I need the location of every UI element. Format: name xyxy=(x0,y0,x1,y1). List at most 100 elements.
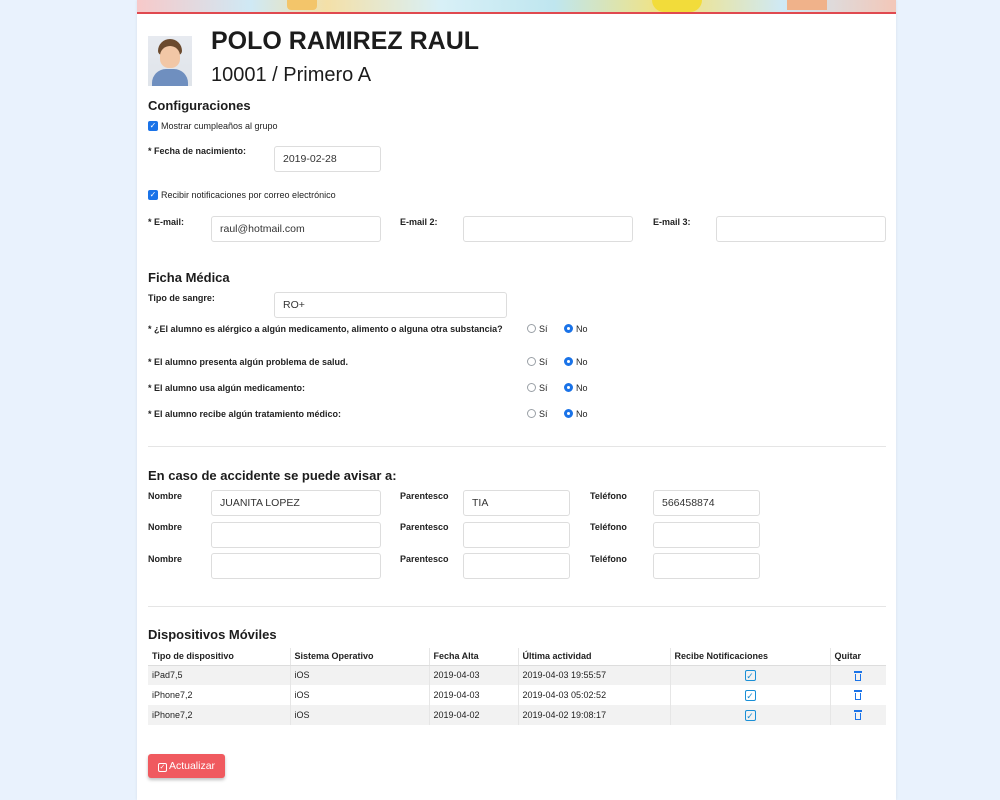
contact-name-label: Nombre xyxy=(148,554,183,564)
show-birthday-checkbox[interactable]: ✓ xyxy=(148,121,158,131)
treatment-yes-radio[interactable] xyxy=(527,409,536,418)
treatment-no-radio[interactable] xyxy=(564,409,573,418)
notify-cell: ✓ xyxy=(670,685,831,705)
contact-name-field[interactable] xyxy=(211,553,381,579)
allergy-yes-radio[interactable] xyxy=(527,324,536,333)
contact-relation-field[interactable] xyxy=(463,553,570,579)
contact-relation-label: Parentesco xyxy=(400,491,449,501)
emergency-section-title: En caso de accidente se puede avisar a: xyxy=(148,468,397,483)
notify-cell: ✓ xyxy=(670,665,831,685)
contact-phone-field[interactable] xyxy=(653,553,760,579)
contact-relation-label: Parentesco xyxy=(400,554,449,564)
email3-label: E-mail 3: xyxy=(653,217,691,227)
device-last-cell: 2019-04-02 19:08:17 xyxy=(518,705,671,725)
trash-icon[interactable] xyxy=(854,670,863,681)
contact-name-field[interactable]: JUANITA LOPEZ xyxy=(211,490,381,516)
device-last-cell: 2019-04-03 19:55:57 xyxy=(518,665,671,685)
banner-decoration xyxy=(787,0,827,10)
device-last-cell: 2019-04-03 05:02:52 xyxy=(518,685,671,705)
config-section-title: Configuraciones xyxy=(148,98,251,113)
update-button[interactable]: ✓ Actualizar xyxy=(148,754,225,778)
contact-phone-label: Teléfono xyxy=(590,491,627,501)
medication-question: * El alumno usa algún medicamento: xyxy=(148,383,306,393)
email2-field[interactable] xyxy=(463,216,633,242)
medication-no-radio[interactable] xyxy=(564,383,573,392)
health-problem-yes-radio[interactable] xyxy=(527,357,536,366)
birthdate-field[interactable]: 2019-02-28 xyxy=(274,146,381,172)
health-problem-no-radio[interactable] xyxy=(564,357,573,366)
show-birthday-label: Mostrar cumpleaños al grupo xyxy=(161,121,278,131)
update-button-label: Actualizar xyxy=(168,760,216,772)
col-remove: Quitar xyxy=(830,648,886,666)
remove-cell xyxy=(830,665,886,685)
device-os-cell: iOS xyxy=(290,705,430,725)
email-label: * E-mail: xyxy=(148,217,185,227)
health-problem-no-label: No xyxy=(576,357,588,367)
allergy-question: * ¿El alumno es alérgico a algún medicam… xyxy=(148,324,503,334)
table-row: iPad7,5 iOS 2019-04-03 2019-04-03 19:55:… xyxy=(148,665,886,685)
device-type-cell: iPhone7,2 xyxy=(148,705,291,725)
contact-phone-label: Teléfono xyxy=(590,554,627,564)
student-name: POLO RAMIREZ RAUL xyxy=(211,27,480,55)
medical-section-title: Ficha Médica xyxy=(148,270,230,285)
email-field[interactable]: raul@hotmail.com xyxy=(211,216,381,242)
device-date-cell: 2019-04-03 xyxy=(429,685,519,705)
health-problem-question: * El alumno presenta algún problema de s… xyxy=(148,357,349,367)
contact-relation-field[interactable]: TIA xyxy=(463,490,570,516)
health-problem-yes-label: Sí xyxy=(539,357,548,367)
devices-table: Tipo de dispositivo Sistema Operativo Fe… xyxy=(148,648,886,725)
notify-checkbox-icon[interactable]: ✓ xyxy=(744,689,756,701)
notify-checkbox-icon[interactable]: ✓ xyxy=(744,709,756,721)
banner-decoration xyxy=(287,0,317,10)
contact-relation-field[interactable] xyxy=(463,522,570,548)
table-header-row: Tipo de dispositivo Sistema Operativo Fe… xyxy=(148,648,886,666)
medication-yes-radio[interactable] xyxy=(527,383,536,392)
col-os: Sistema Operativo xyxy=(290,648,430,666)
header-banner xyxy=(137,0,896,14)
col-last-activity: Última actividad xyxy=(518,648,671,666)
contact-relation-label: Parentesco xyxy=(400,522,449,532)
student-group: 10001 / Primero A xyxy=(211,64,372,86)
allergy-no-label: No xyxy=(576,324,588,334)
trash-icon[interactable] xyxy=(854,710,863,721)
notify-checkbox-icon[interactable]: ✓ xyxy=(744,669,756,681)
devices-section-title: Dispositivos Móviles xyxy=(148,627,277,642)
remove-cell xyxy=(830,705,886,725)
contact-name-label: Nombre xyxy=(148,522,183,532)
birthdate-label: * Fecha de nacimiento: xyxy=(148,146,247,156)
medication-no-label: No xyxy=(576,383,588,393)
device-os-cell: iOS xyxy=(290,685,430,705)
student-avatar xyxy=(148,36,192,86)
contact-phone-field[interactable]: 566458874 xyxy=(653,490,760,516)
contact-name-label: Nombre xyxy=(148,491,183,501)
col-notifications: Recibe Notificaciones xyxy=(670,648,831,666)
trash-icon[interactable] xyxy=(854,690,863,701)
divider xyxy=(148,606,886,607)
table-row: iPhone7,2 iOS 2019-04-03 2019-04-03 05:0… xyxy=(148,685,886,705)
banner-decoration xyxy=(652,0,702,12)
remove-cell xyxy=(830,685,886,705)
email3-field[interactable] xyxy=(716,216,886,242)
profile-page: POLO RAMIREZ RAUL 10001 / Primero A Conf… xyxy=(137,0,896,800)
allergy-yes-label: Sí xyxy=(539,324,548,334)
blood-type-field[interactable]: RO+ xyxy=(274,292,507,318)
col-date: Fecha Alta xyxy=(429,648,519,666)
allergy-no-radio[interactable] xyxy=(564,324,573,333)
divider xyxy=(148,446,886,447)
notify-email-label: Recibir notificaciones por correo electr… xyxy=(161,190,336,200)
table-row: iPhone7,2 iOS 2019-04-02 2019-04-02 19:0… xyxy=(148,705,886,725)
device-type-cell: iPhone7,2 xyxy=(148,685,291,705)
contact-name-field[interactable] xyxy=(211,522,381,548)
blood-type-label: Tipo de sangre: xyxy=(148,293,215,303)
device-date-cell: 2019-04-02 xyxy=(429,705,519,725)
email2-label: E-mail 2: xyxy=(400,217,438,227)
contact-phone-field[interactable] xyxy=(653,522,760,548)
device-date-cell: 2019-04-03 xyxy=(429,665,519,685)
notify-email-checkbox[interactable]: ✓ xyxy=(148,190,158,200)
device-os-cell: iOS xyxy=(290,665,430,685)
treatment-yes-label: Sí xyxy=(539,409,548,419)
treatment-question: * El alumno recibe algún tratamiento méd… xyxy=(148,409,342,419)
check-square-icon: ✓ xyxy=(157,763,167,772)
col-device-type: Tipo de dispositivo xyxy=(148,648,291,666)
notify-cell: ✓ xyxy=(670,705,831,725)
